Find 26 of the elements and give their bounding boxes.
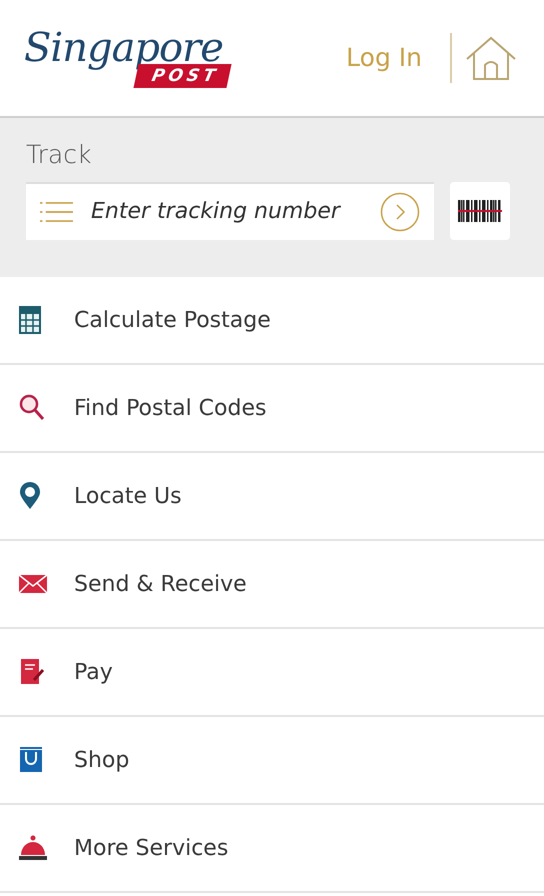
menu-label: More Services <box>74 834 228 862</box>
home-button[interactable] <box>464 35 518 81</box>
track-title: Track <box>26 139 92 171</box>
menu-item[interactable]: Find Postal Codes <box>0 365 544 453</box>
home-icon <box>464 35 518 81</box>
search-icon <box>19 394 47 422</box>
menu-item[interactable]: Locate Us <box>0 453 544 541</box>
document-pen-icon <box>19 658 47 686</box>
menu-label: Send & Receive <box>74 570 247 598</box>
menu-label: Shop <box>74 746 130 774</box>
menu-item[interactable]: More Services <box>0 805 544 893</box>
barcode-scan-button[interactable] <box>450 182 510 240</box>
menu-label: Locate Us <box>74 482 182 510</box>
menu-item[interactable]: Shop <box>0 717 544 805</box>
service-bell-icon <box>19 834 47 862</box>
menu-item[interactable]: Pay <box>0 629 544 717</box>
barcode-icon <box>458 200 502 222</box>
menu-item[interactable]: Send & Receive <box>0 541 544 629</box>
menu-label: Find Postal Codes <box>74 394 266 422</box>
tracking-number-field[interactable]: Enter tracking number <box>89 194 364 229</box>
menu-label: Calculate Postage <box>74 306 271 334</box>
tracking-field[interactable]: Enter tracking number <box>26 182 434 240</box>
chevron-circle-icon <box>380 192 420 232</box>
menu-item[interactable]: Calculate Postage <box>0 277 544 365</box>
submit-button[interactable] <box>380 192 420 232</box>
menu-label: Pay <box>74 658 113 686</box>
